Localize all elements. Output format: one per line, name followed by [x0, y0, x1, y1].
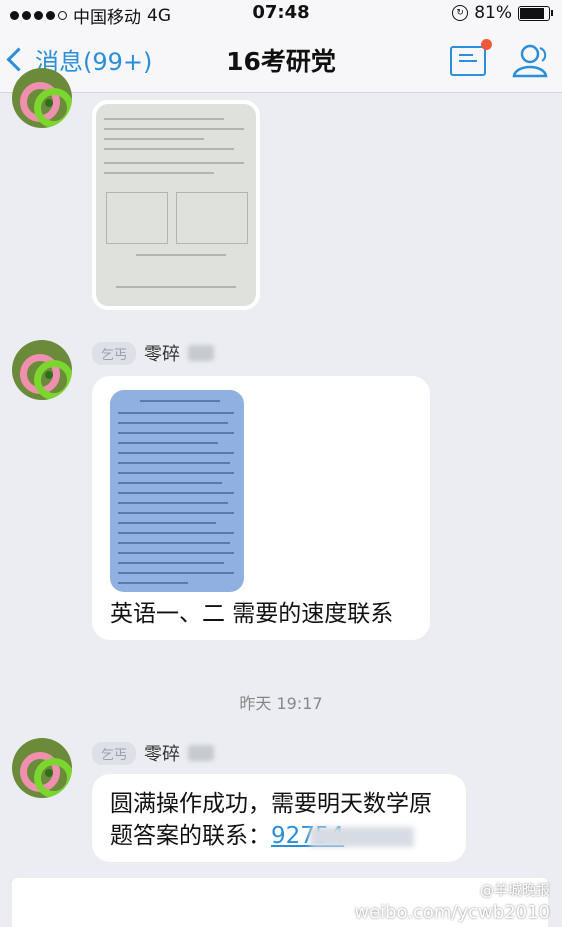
- battery-icon: [518, 5, 553, 21]
- group-members-icon[interactable]: [510, 42, 550, 78]
- nav-bar: 消息(99+) 16考研党: [0, 26, 562, 93]
- avatar[interactable]: [12, 340, 72, 400]
- member-tag: 乞丐: [92, 341, 137, 365]
- watermark-url: weibo.com/ycwb2010: [354, 902, 550, 923]
- message-text-line1: 圆满操作成功，需要明天数学原: [110, 791, 432, 817]
- avatar[interactable]: [12, 68, 72, 128]
- message-timestamp: 昨天 19:17: [239, 694, 323, 713]
- sender-line: 乞丐 零碎: [92, 340, 215, 366]
- group-card-icon[interactable]: [450, 39, 492, 76]
- status-bar: 中国移动 4G 07:48 ↻ 81%: [0, 0, 562, 28]
- redacted-name: [188, 745, 215, 761]
- notification-dot: [481, 39, 492, 50]
- battery-percent: 81%: [474, 3, 512, 23]
- redacted-phone: [310, 826, 415, 847]
- rotation-lock-icon: ↻: [452, 5, 469, 21]
- watermark: @羊城晚报 weibo.com/ycwb2010: [354, 880, 550, 923]
- sender-name: 零碎: [144, 344, 181, 365]
- sender-name: 零碎: [144, 744, 181, 765]
- watermark-handle: @羊城晚报: [480, 883, 550, 899]
- reading-passage-image[interactable]: [110, 390, 244, 592]
- sender-line: 乞丐 零碎: [92, 740, 215, 766]
- exam-photo-image[interactable]: [92, 100, 260, 310]
- avatar[interactable]: [12, 738, 72, 798]
- message-text: 英语一、二 需要的速度联系: [110, 601, 394, 627]
- message-text-prefix: 题答案的联系：: [110, 823, 271, 849]
- member-tag: 乞丐: [92, 741, 137, 765]
- status-right: ↻ 81%: [452, 3, 553, 23]
- message-text-line2: 题答案的联系：92754: [110, 820, 415, 852]
- redacted-name: [188, 345, 215, 361]
